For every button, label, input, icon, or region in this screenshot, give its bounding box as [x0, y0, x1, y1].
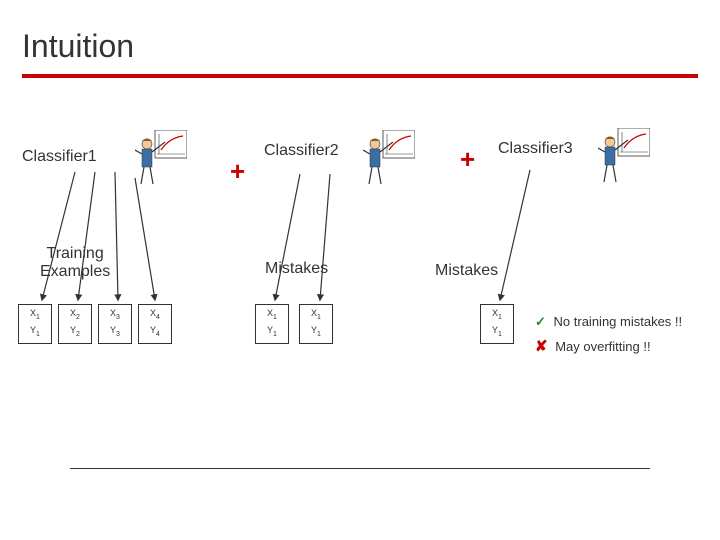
training-examples-label: Training Examples — [40, 245, 110, 281]
example-box: X1 Y1 — [299, 304, 333, 344]
example-box: X1 Y1 — [18, 304, 52, 344]
example-box: X1 Y1 — [480, 304, 514, 344]
no-mistakes-note: No training mistakes !! — [554, 314, 683, 329]
notes-block: ✓ No training mistakes !! ✘ May overfitt… — [535, 310, 682, 360]
example-box: X1 Y1 — [255, 304, 289, 344]
example-box: X2 Y2 — [58, 304, 92, 344]
check-icon: ✓ — [535, 314, 546, 329]
bottom-divider — [70, 468, 650, 469]
example-box: X4 Y4 — [138, 304, 172, 344]
mistakes-label-1: Mistakes — [265, 260, 328, 278]
overfitting-note: May overfitting !! — [555, 339, 650, 354]
example-box: X3 Y3 — [98, 304, 132, 344]
cross-icon: ✘ — [535, 338, 548, 355]
mistakes-label-2: Mistakes — [435, 262, 498, 280]
